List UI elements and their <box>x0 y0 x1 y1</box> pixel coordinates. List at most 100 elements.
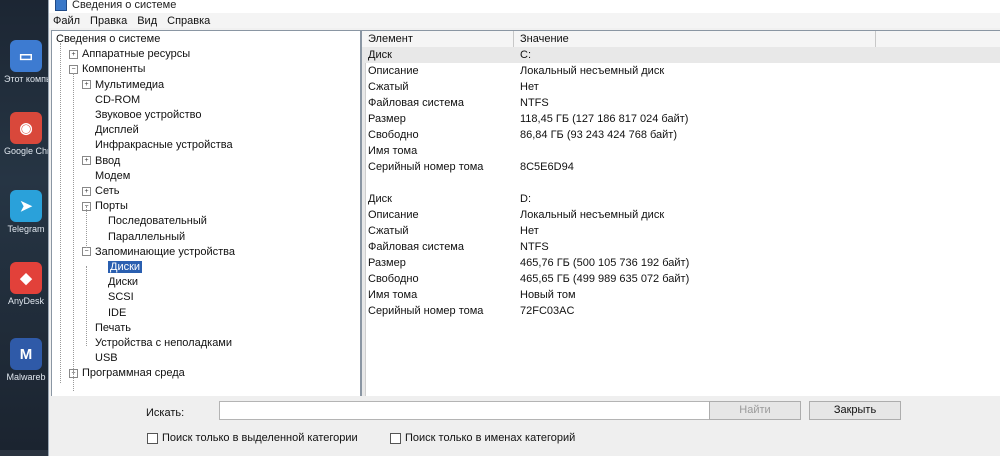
table-row[interactable] <box>362 175 1000 191</box>
tree-item[interactable]: CD-ROM <box>82 93 140 108</box>
search-category-names-checkbox[interactable]: Поиск только в именах категорий <box>390 432 575 444</box>
tree-item[interactable]: − Порты <box>82 199 128 214</box>
desktop-shortcut[interactable]: ➤ Telegram <box>4 190 48 234</box>
find-button[interactable]: Найти <box>709 401 801 420</box>
tree-item[interactable]: − Запоминающие устройства <box>82 245 235 260</box>
tree-item[interactable]: − Компоненты <box>69 62 145 77</box>
cell-value: Локальный несъемный диск <box>520 65 665 77</box>
cell-value: 465,65 ГБ (499 989 635 072 байт) <box>520 273 690 285</box>
table-row[interactable]: Описание Локальный несъемный диск <box>362 207 1000 223</box>
tree-item[interactable]: + Сеть <box>82 184 119 199</box>
tree-item[interactable]: Инфракрасные устройства <box>82 138 233 153</box>
details-table[interactable]: Элемент Значение Диск C: Описание Локальный… <box>361 30 1000 398</box>
tree-item[interactable]: Последовательный <box>95 214 207 229</box>
expand-icon[interactable]: + <box>82 186 91 196</box>
expand-icon[interactable]: + <box>82 80 91 90</box>
tree-item[interactable]: Модем <box>82 169 130 184</box>
tree-guide-line <box>73 73 74 391</box>
desktop-shortcut[interactable]: ◆ AnyDesk <box>4 262 48 306</box>
tree-item[interactable]: Параллельный <box>95 230 185 245</box>
anydesk-icon[interactable]: ◆ <box>10 262 42 294</box>
menu-help[interactable]: Справка <box>167 15 210 27</box>
column-header-element[interactable]: Элемент <box>362 31 514 47</box>
cell-value: D: <box>520 193 531 205</box>
cell-value: 72FC03AC <box>520 305 575 317</box>
malwarebytes-icon[interactable]: M <box>10 338 42 370</box>
tree-item[interactable]: + Программная среда <box>69 366 185 381</box>
cell-value: Нет <box>520 81 539 93</box>
tree-item-label: Аппаратные ресурсы <box>82 48 191 61</box>
tree-item-label: Диски <box>108 261 143 273</box>
menu-bar: Файл Правка Вид Справка <box>49 13 1000 28</box>
tree-item-label: IDE <box>108 306 127 319</box>
desktop-shortcut-label: Google Chrome <box>4 146 48 156</box>
desktop-strip: ▭ Этот компьютер ◉ Google Chrome ➤ Telegram ◆ A… <box>0 0 50 450</box>
system-info-app-icon <box>55 0 67 11</box>
expand-icon[interactable]: + <box>82 156 91 166</box>
tree-item-label: Диски <box>108 276 139 289</box>
table-row[interactable]: Файловая система NTFS <box>362 239 1000 255</box>
table-row[interactable]: Диск C: <box>362 47 1000 63</box>
this-pc-icon[interactable]: ▭ <box>10 40 42 72</box>
tree-item[interactable]: Печать <box>82 321 131 336</box>
desktop-shortcut[interactable]: ◉ Google Chrome <box>4 112 48 156</box>
search-input[interactable] <box>219 401 714 420</box>
telegram-icon[interactable]: ➤ <box>10 190 42 222</box>
tree-item[interactable]: Диски <box>95 260 143 275</box>
table-row[interactable]: Файловая система NTFS <box>362 95 1000 111</box>
close-button[interactable]: Закрыть <box>809 401 901 420</box>
tree-item[interactable]: Сведения о системе <box>56 32 160 47</box>
desktop-shortcut-label: Этот компьютер <box>4 74 48 84</box>
table-row[interactable]: Свободно 86,84 ГБ (93 243 424 768 байт) <box>362 127 1000 143</box>
title-bar[interactable]: Сведения о системе <box>49 0 1000 13</box>
cell-element: Описание <box>368 209 419 221</box>
column-header-value[interactable]: Значение <box>514 31 876 47</box>
table-row[interactable]: Диск D: <box>362 191 1000 207</box>
search-selected-category-checkbox[interactable]: Поиск только в выделенной категории <box>147 432 358 444</box>
table-row[interactable]: Серийный номер тома 8C5E6D94 <box>362 159 1000 175</box>
table-row[interactable]: Сжатый Нет <box>362 79 1000 95</box>
menu-file[interactable]: Файл <box>53 15 80 27</box>
tree-item-label: Сеть <box>95 185 120 197</box>
desktop-shortcut[interactable]: M Malwareb <box>4 338 48 382</box>
menu-edit[interactable]: Правка <box>90 15 127 27</box>
tree-item[interactable]: Устройства с неполадками <box>82 336 232 351</box>
tree-item[interactable]: + Аппаратные ресурсы <box>69 47 190 62</box>
search-bar: Искать: Найти Закрыть Поиск только в выд… <box>49 396 1000 456</box>
table-row[interactable]: Свободно 465,65 ГБ (499 989 635 072 байт) <box>362 271 1000 287</box>
tree-item-label: Последовательный <box>108 215 207 228</box>
tree-item[interactable]: Диски <box>95 275 138 290</box>
cell-element: Сжатый <box>368 81 409 93</box>
table-row[interactable]: Описание Локальный несъемный диск <box>362 63 1000 79</box>
tree-item-label: Модем <box>95 169 131 182</box>
table-row[interactable]: Сжатый Нет <box>362 223 1000 239</box>
desktop-shortcut-label: AnyDesk <box>7 296 44 306</box>
table-row[interactable]: Имя тома <box>362 143 1000 159</box>
checkbox-box[interactable] <box>390 432 401 444</box>
tree-item[interactable]: USB <box>82 351 118 366</box>
category-tree[interactable]: Сведения о системе + Аппаратные ресурсы − Ко… <box>51 30 361 398</box>
tree-item[interactable]: SCSI <box>95 290 134 305</box>
tree-item[interactable]: Звуковое устройство <box>82 108 201 123</box>
chrome-icon[interactable]: ◉ <box>10 112 42 144</box>
cell-element: Файловая система <box>368 97 464 109</box>
cell-element: Имя тома <box>368 289 418 301</box>
checkbox-box[interactable] <box>147 432 158 444</box>
tree-item[interactable]: IDE <box>95 306 126 321</box>
table-row[interactable]: Размер 118,45 ГБ (127 186 817 024 байт) <box>362 111 1000 127</box>
table-row[interactable]: Серийный номер тома 72FC03AC <box>362 303 1000 319</box>
desktop-shortcut[interactable]: ▭ Этот компьютер <box>4 40 48 84</box>
tree-item[interactable]: + Ввод <box>82 154 120 169</box>
tree-item-label: Дисплей <box>95 124 139 137</box>
table-row[interactable]: Размер 465,76 ГБ (500 105 736 192 байт) <box>362 255 1000 271</box>
table-row[interactable]: Имя тома Новый том <box>362 287 1000 303</box>
expand-icon[interactable]: + <box>69 49 78 59</box>
tree-item[interactable]: + Мультимедиа <box>82 78 164 93</box>
cell-value: 86,84 ГБ (93 243 424 768 байт) <box>520 129 678 141</box>
cell-value: C: <box>520 49 531 61</box>
cell-element: Свободно <box>368 273 419 285</box>
cell-value: Нет <box>520 225 539 237</box>
menu-view[interactable]: Вид <box>137 15 157 27</box>
tree-item[interactable]: Дисплей <box>82 123 139 138</box>
collapse-icon[interactable]: − <box>82 247 91 257</box>
